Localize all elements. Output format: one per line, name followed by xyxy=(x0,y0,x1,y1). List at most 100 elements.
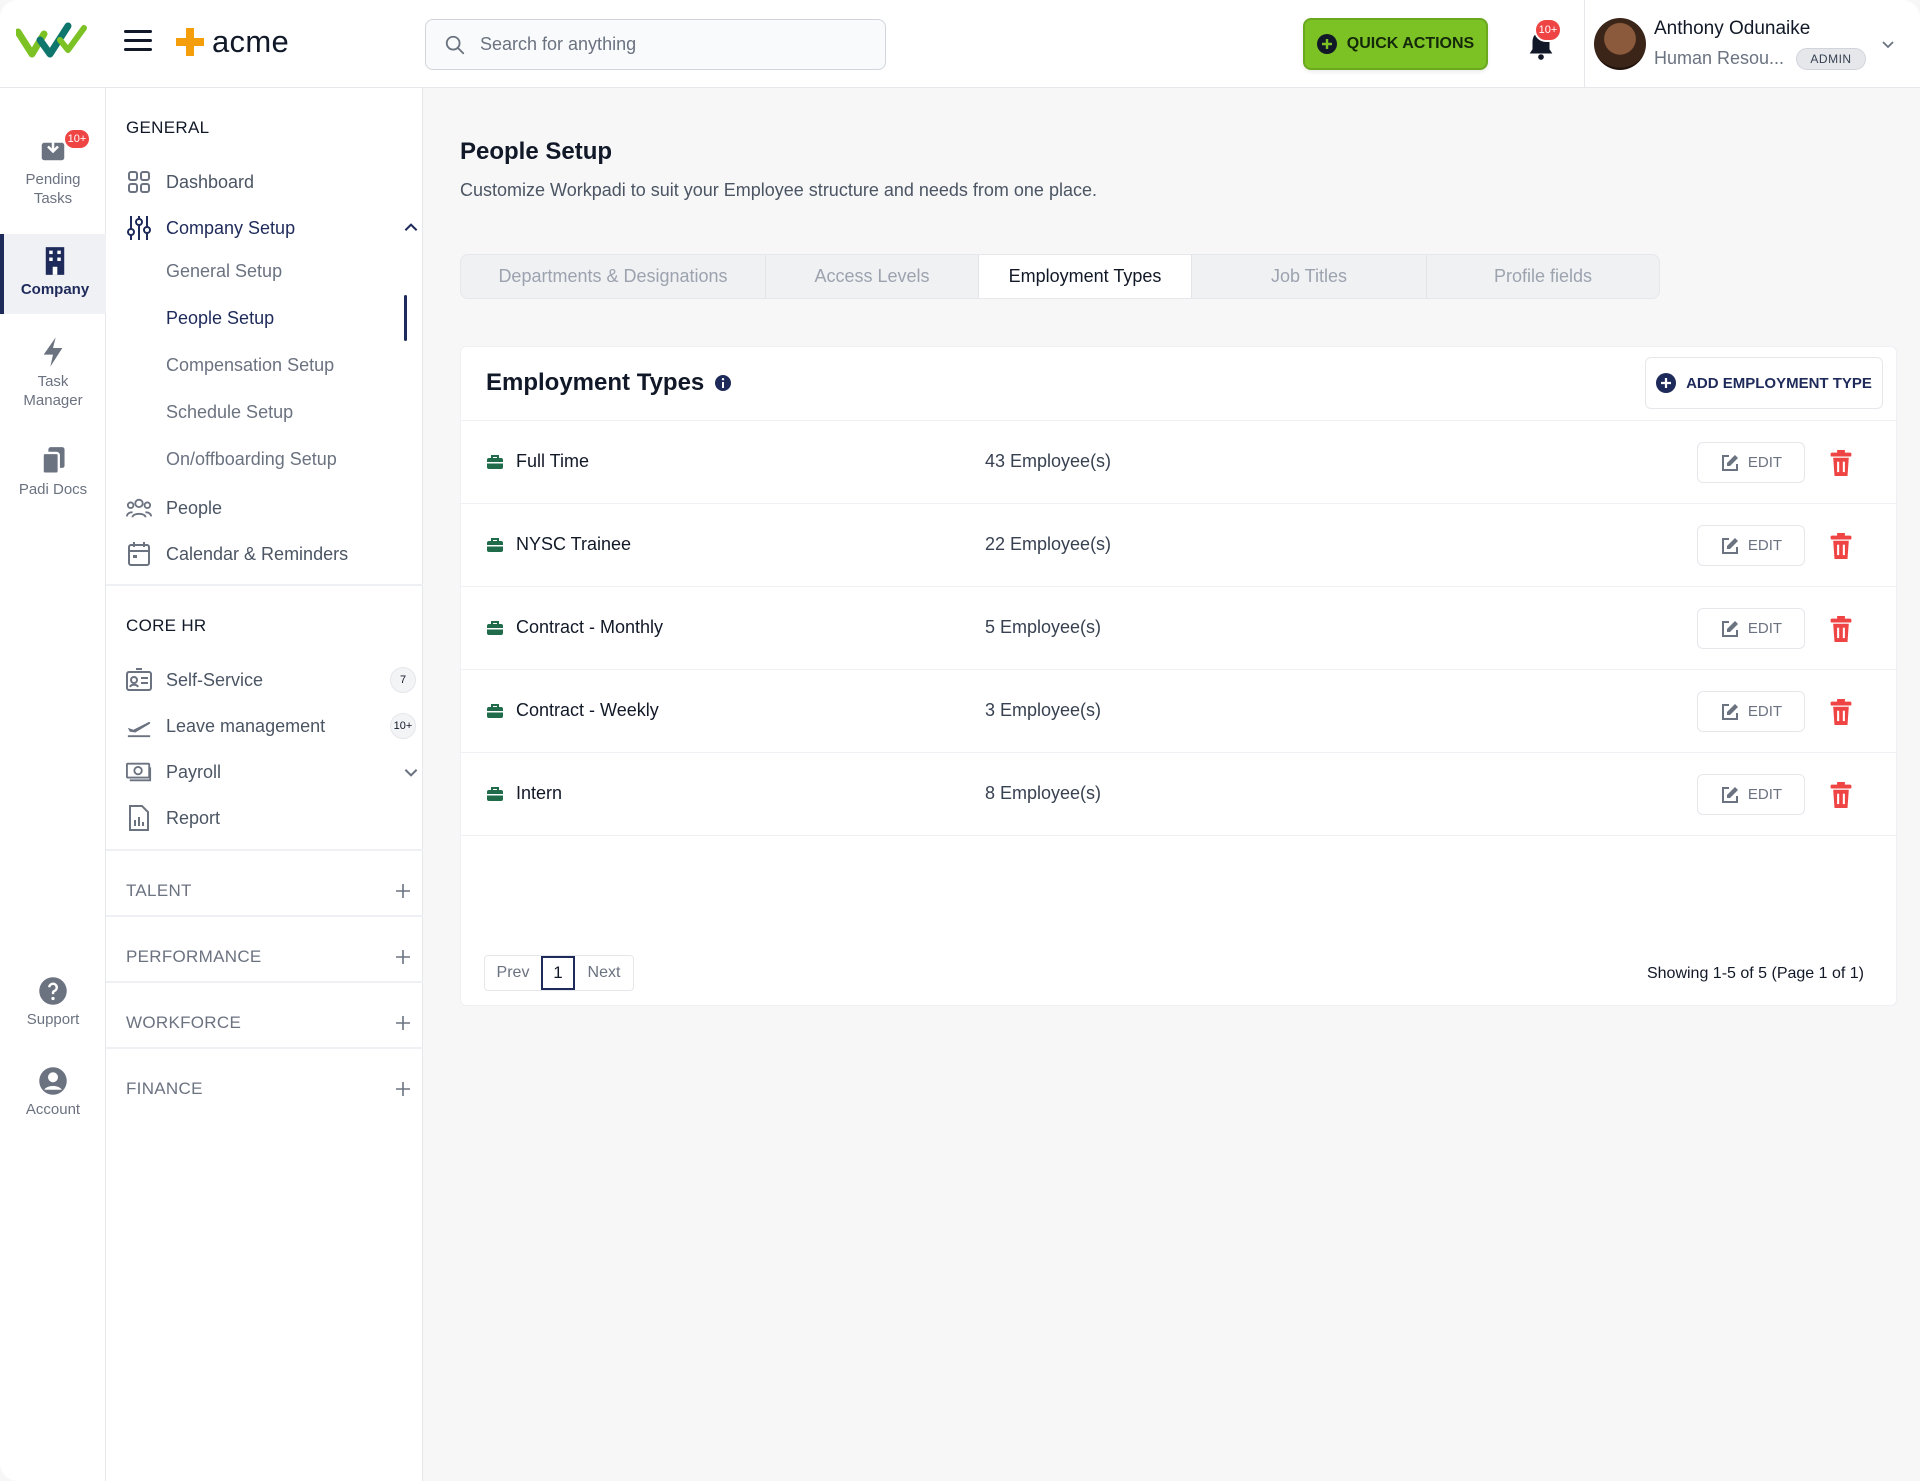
chevron-down-icon[interactable] xyxy=(1880,36,1896,52)
sidebar-item-report[interactable]: Report xyxy=(126,802,416,834)
table-row: Intern 8 Employee(s) EDIT xyxy=(461,752,1898,835)
page-title: People Setup xyxy=(460,138,613,165)
tab-profile-fields[interactable]: Profile fields xyxy=(1427,255,1659,298)
edit-button[interactable]: EDIT xyxy=(1697,774,1805,815)
search-input[interactable] xyxy=(480,34,860,55)
user-name: Anthony Odunaike xyxy=(1654,18,1811,39)
rail-padi-docs[interactable]: Padi Docs xyxy=(0,446,106,499)
subnav-compensation-setup[interactable]: Compensation Setup xyxy=(166,355,334,376)
people-group-icon xyxy=(126,495,152,521)
sidebar-item-leave-management[interactable]: Leave management 10+ xyxy=(126,710,416,742)
section-core-hr: CORE HR xyxy=(126,616,207,635)
prev-page-button[interactable]: Prev xyxy=(485,956,541,990)
employee-count: 3 Employee(s) xyxy=(985,700,1102,720)
chevron-up-icon[interactable] xyxy=(402,219,420,237)
sidebar-item-company-setup[interactable]: Company Setup xyxy=(126,212,418,244)
next-page-button[interactable]: Next xyxy=(575,956,633,990)
employee-count: 43 Employee(s) xyxy=(985,451,1112,471)
sidebar-item-label: Report xyxy=(166,807,221,828)
section-workforce[interactable]: WORKFORCE xyxy=(126,1008,411,1038)
quick-actions-button[interactable]: QUICK ACTIONS xyxy=(1303,18,1488,70)
self-service-count-badge: 7 xyxy=(390,667,416,693)
edit-button[interactable]: EDIT xyxy=(1697,442,1805,483)
avatar[interactable] xyxy=(1594,18,1646,70)
section-talent[interactable]: TALENT xyxy=(126,876,411,906)
pagination: Prev 1 Next xyxy=(484,955,634,991)
table-row: NYSC Trainee 22 Employee(s) EDIT xyxy=(461,503,1898,586)
employment-type-name: Full Time xyxy=(486,451,589,472)
trash-icon[interactable] xyxy=(1829,699,1853,725)
employment-types-card: Employment Types ADD EMPLOYMENT TYPE Ful… xyxy=(460,346,1898,1006)
sidebar-divider xyxy=(106,1047,423,1049)
employment-type-name: Intern xyxy=(486,783,562,804)
trash-icon[interactable] xyxy=(1829,450,1853,476)
sidebar-divider xyxy=(106,849,423,851)
page-number-button[interactable]: 1 xyxy=(541,956,575,990)
building-icon xyxy=(45,247,65,275)
tab-job-titles[interactable]: Job Titles xyxy=(1192,255,1427,298)
section-performance-label: PERFORMANCE xyxy=(126,947,262,966)
subnav-schedule-setup[interactable]: Schedule Setup xyxy=(166,402,293,423)
rail-account[interactable]: Account xyxy=(0,1066,106,1119)
subnav-general-setup[interactable]: General Setup xyxy=(166,261,282,282)
plus-circle-icon xyxy=(1656,373,1677,393)
rail-pending-label-2: Tasks xyxy=(33,190,73,207)
sidebar: GENERAL Dashboard Company Setup General … xyxy=(106,88,423,1481)
section-finance[interactable]: FINANCE xyxy=(126,1074,411,1104)
edit-label: EDIT xyxy=(1747,703,1783,720)
table-row: Contract - Monthly 5 Employee(s) EDIT xyxy=(461,586,1898,669)
info-icon[interactable] xyxy=(714,374,732,392)
edit-button[interactable]: EDIT xyxy=(1697,691,1805,732)
plus-icon xyxy=(396,1016,410,1030)
sidebar-item-label: People xyxy=(166,497,223,518)
admin-badge: ADMIN xyxy=(1796,48,1866,70)
sidebar-item-calendar[interactable]: Calendar & Reminders xyxy=(126,538,416,570)
employee-count: 8 Employee(s) xyxy=(985,783,1102,803)
briefcase-icon xyxy=(487,786,503,801)
setup-tabs: Departments & Designations Access Levels… xyxy=(460,254,1660,299)
workpadi-logo-icon[interactable] xyxy=(16,18,88,62)
sidebar-item-self-service[interactable]: Self-Service 7 xyxy=(126,664,416,696)
rail-task-manager[interactable]: Task Manager xyxy=(0,336,106,410)
edit-label: EDIT xyxy=(1747,620,1783,637)
rail-task-label-2: Manager xyxy=(23,392,83,409)
employee-count: 22 Employee(s) xyxy=(985,534,1112,554)
briefcase-icon xyxy=(487,703,503,718)
sliders-icon xyxy=(126,215,152,241)
tab-employment-types[interactable]: Employment Types xyxy=(979,255,1192,298)
sidebar-item-label: Leave management xyxy=(166,715,326,736)
edit-icon xyxy=(1721,703,1738,720)
row-name-text: NYSC Trainee xyxy=(516,534,632,554)
sidebar-item-dashboard[interactable]: Dashboard xyxy=(126,166,416,198)
briefcase-icon xyxy=(487,537,503,552)
trash-icon[interactable] xyxy=(1829,616,1853,642)
briefcase-icon xyxy=(487,454,503,469)
tab-access-levels[interactable]: Access Levels xyxy=(766,255,979,298)
rail-support[interactable]: Support xyxy=(0,976,106,1029)
sidebar-item-people[interactable]: People xyxy=(126,492,416,524)
trash-icon[interactable] xyxy=(1829,533,1853,559)
trash-icon[interactable] xyxy=(1829,782,1853,808)
subnav-onoffboarding-setup[interactable]: On/offboarding Setup xyxy=(166,449,337,470)
chevron-down-icon[interactable] xyxy=(402,763,420,781)
plus-icon xyxy=(396,950,410,964)
edit-button[interactable]: EDIT xyxy=(1697,525,1805,566)
edit-button[interactable]: EDIT xyxy=(1697,608,1805,649)
rail-pending-tasks[interactable]: Pending Tasks xyxy=(0,134,106,208)
notification-badge: 10+ xyxy=(1534,18,1562,42)
add-employment-type-button[interactable]: ADD EMPLOYMENT TYPE xyxy=(1645,357,1883,409)
sidebar-item-label: Dashboard xyxy=(166,171,255,192)
edit-icon xyxy=(1721,454,1738,471)
rail-support-label: Support xyxy=(26,1011,80,1028)
global-search[interactable] xyxy=(425,19,886,70)
page-subtitle: Customize Workpadi to suit your Employee… xyxy=(460,180,1097,200)
money-icon xyxy=(126,759,152,785)
subnav-people-setup[interactable]: People Setup xyxy=(166,308,274,329)
section-performance[interactable]: PERFORMANCE xyxy=(126,942,411,972)
menu-icon[interactable] xyxy=(124,30,152,54)
rail-company[interactable]: Company xyxy=(0,234,106,314)
tab-departments-designations[interactable]: Departments & Designations xyxy=(461,255,766,298)
grid-icon xyxy=(126,169,152,195)
plane-departure-icon xyxy=(126,713,152,739)
sidebar-item-payroll[interactable]: Payroll xyxy=(126,756,418,788)
